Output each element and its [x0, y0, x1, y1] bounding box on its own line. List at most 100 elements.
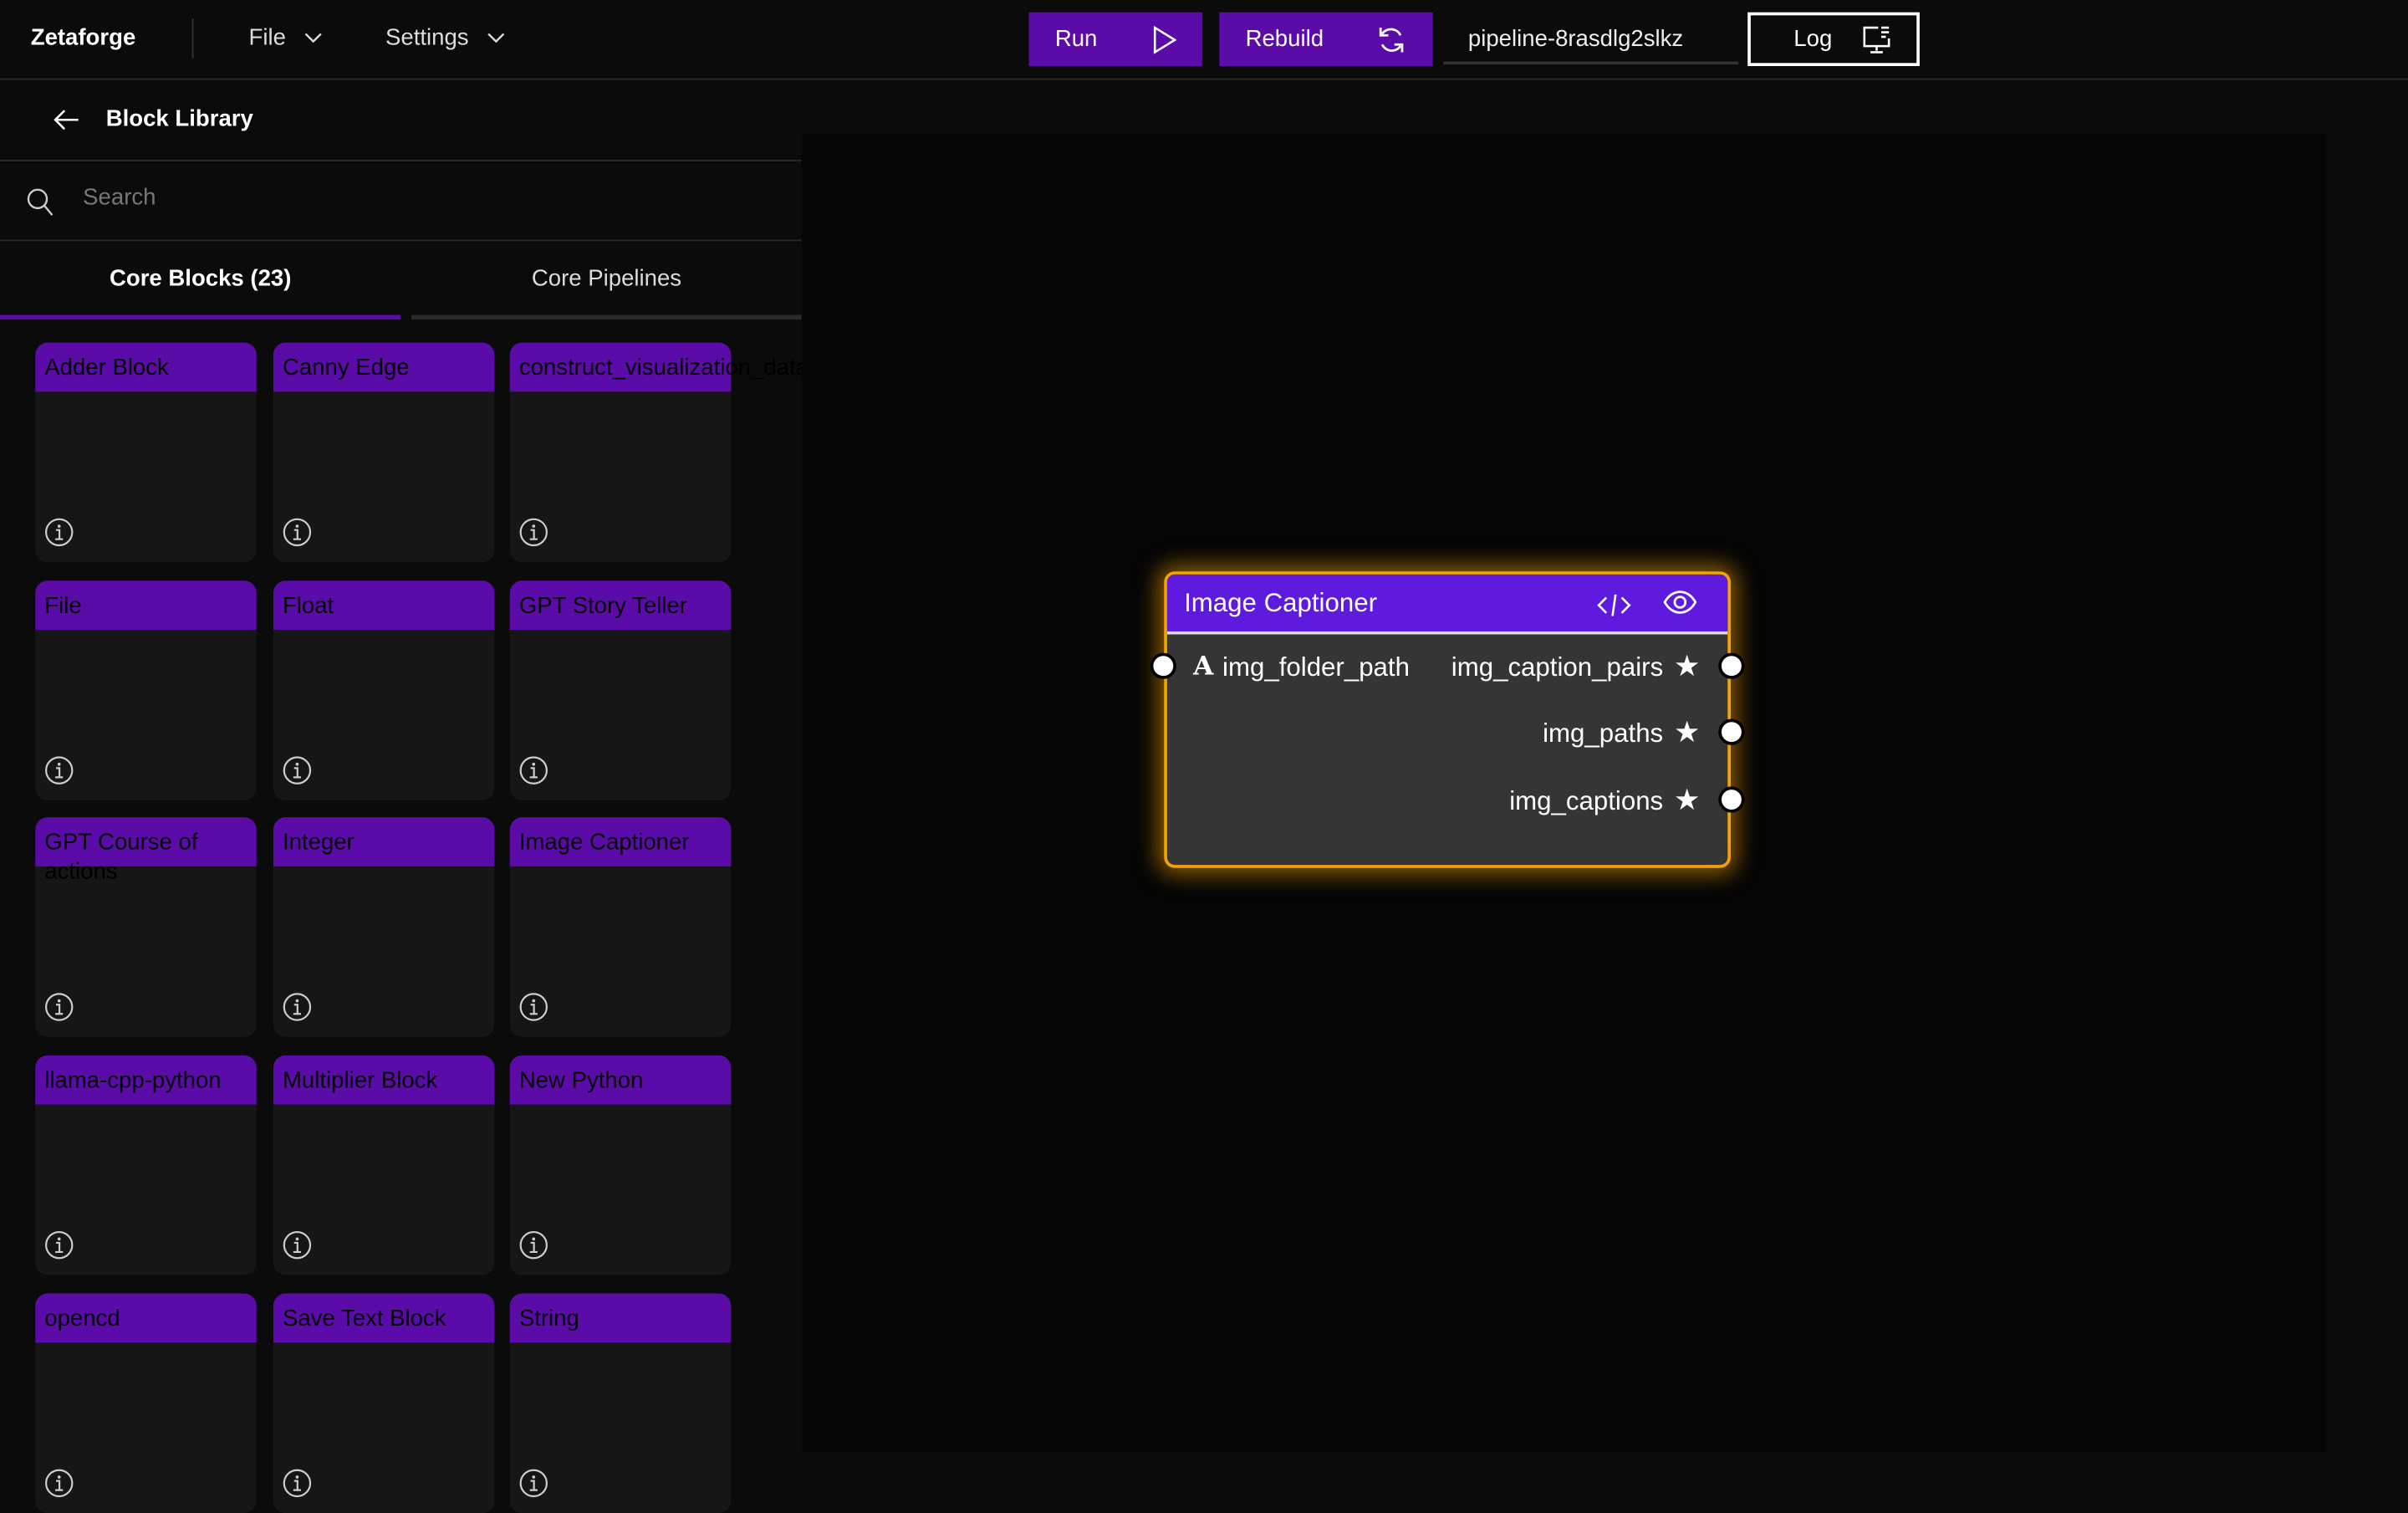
- info-icon[interactable]: [283, 756, 312, 785]
- block-card[interactable]: Integer: [273, 817, 495, 1037]
- block-card-header: Save Text Block: [273, 1293, 495, 1343]
- info-icon[interactable]: [44, 1469, 74, 1498]
- block-card[interactable]: Float: [273, 580, 495, 800]
- block-card-title: Save Text Block: [282, 1306, 446, 1332]
- info-icon[interactable]: [44, 518, 74, 547]
- output-label: img_captions: [1509, 786, 1664, 816]
- tab-core-blocks[interactable]: Core Blocks (23): [0, 241, 401, 320]
- star-icon: ★: [1673, 651, 1701, 684]
- input-label: img_folder_path: [1222, 652, 1410, 682]
- file-menu-label: File: [248, 24, 286, 51]
- block-card-header: Adder Block: [35, 342, 257, 392]
- info-icon[interactable]: [44, 993, 74, 1022]
- block-card-header: llama-cpp-python: [35, 1055, 257, 1105]
- chevron-down-icon: [487, 32, 505, 43]
- library-title: Block Library: [105, 105, 253, 132]
- block-card-title: Integer: [282, 829, 355, 856]
- play-icon: [1153, 25, 1176, 54]
- info-icon[interactable]: [283, 1469, 312, 1498]
- block-card[interactable]: construct_visualization_data: [509, 342, 809, 563]
- block-card-title: String: [518, 1306, 579, 1332]
- info-icon[interactable]: [519, 518, 548, 547]
- block-card-header: GPT Story Teller: [509, 580, 732, 631]
- output-port-img-paths[interactable]: [1718, 718, 1745, 745]
- block-card-title: Canny Edge: [282, 355, 410, 381]
- back-arrow-icon[interactable]: [54, 109, 79, 130]
- app-title: Zetaforge: [30, 24, 136, 51]
- rebuild-button[interactable]: Rebuild: [1219, 12, 1433, 66]
- info-icon[interactable]: [519, 1469, 548, 1498]
- tab-core-pipelines[interactable]: Core Pipelines: [411, 241, 802, 320]
- output-port-img-captions[interactable]: [1718, 786, 1745, 813]
- block-card[interactable]: GPT Course of actions: [35, 817, 257, 1037]
- block-card[interactable]: Save Text Block: [273, 1293, 495, 1513]
- block-card-header: Canny Edge: [273, 342, 495, 392]
- input-port-img-folder-path[interactable]: [1150, 652, 1176, 679]
- block-card[interactable]: opencd: [35, 1293, 257, 1513]
- block-card-header: New Python: [509, 1055, 732, 1105]
- block-card-title: construct_visualization_data: [518, 355, 809, 381]
- output-port-img-caption-pairs[interactable]: [1718, 652, 1745, 679]
- info-icon[interactable]: [44, 756, 74, 785]
- settings-menu-label: Settings: [385, 24, 469, 51]
- code-icon[interactable]: [1597, 593, 1631, 617]
- node-header[interactable]: Image Captioner: [1166, 574, 1728, 635]
- block-node-image-captioner[interactable]: Image Captioner A img_folder_path img_ca…: [1150, 571, 1745, 868]
- info-icon[interactable]: [283, 1230, 312, 1260]
- pipeline-name-input[interactable]: pipeline-8rasdlg2slkz: [1443, 13, 1739, 65]
- block-card-header: opencd: [35, 1293, 257, 1343]
- block-card[interactable]: GPT Story Teller: [509, 580, 732, 800]
- block-card-title: Adder Block: [44, 355, 169, 381]
- run-button[interactable]: Run: [1028, 12, 1203, 66]
- block-card[interactable]: New Python: [509, 1055, 732, 1275]
- block-card-header: Float: [273, 580, 495, 631]
- text-type-icon: A: [1193, 651, 1214, 682]
- block-card-title: New Python: [518, 1067, 644, 1094]
- output-label: img_caption_pairs: [1451, 652, 1664, 682]
- block-card[interactable]: Canny Edge: [273, 342, 495, 563]
- node-title: Image Captioner: [1184, 587, 1377, 617]
- info-icon[interactable]: [283, 993, 312, 1022]
- output-label: img_paths: [1543, 718, 1664, 749]
- block-card-title: GPT Course of actions: [44, 829, 198, 885]
- rebuild-label: Rebuild: [1245, 26, 1324, 53]
- info-icon[interactable]: [283, 518, 312, 547]
- star-icon: ★: [1673, 785, 1701, 818]
- block-card[interactable]: Multiplier Block: [273, 1055, 495, 1275]
- block-card-title: Image Captioner: [518, 829, 690, 856]
- monitor-icon: [1863, 25, 1890, 53]
- block-card[interactable]: llama-cpp-python: [35, 1055, 257, 1275]
- info-icon[interactable]: [519, 993, 548, 1022]
- block-card-title: File: [44, 592, 82, 620]
- search-bar: [0, 161, 802, 242]
- info-icon[interactable]: [44, 1230, 74, 1260]
- info-icon[interactable]: [519, 1230, 548, 1260]
- block-card[interactable]: Adder Block: [35, 342, 257, 563]
- block-card-header: GPT Course of actions: [35, 817, 257, 885]
- search-icon: [27, 188, 54, 216]
- block-card[interactable]: String: [509, 1293, 732, 1513]
- block-card-header: File: [35, 580, 257, 631]
- block-card[interactable]: Image Captioner: [509, 817, 732, 1037]
- info-icon[interactable]: [519, 756, 548, 785]
- block-card-title: opencd: [44, 1306, 120, 1332]
- block-card-title: Float: [282, 592, 334, 620]
- chevron-down-icon: [304, 32, 323, 43]
- search-input[interactable]: [79, 182, 763, 212]
- block-card-title: llama-cpp-python: [44, 1067, 222, 1094]
- file-menu[interactable]: File: [248, 24, 323, 51]
- divider: [191, 18, 194, 59]
- block-card-header: Multiplier Block: [273, 1055, 495, 1105]
- block-card[interactable]: File: [35, 580, 257, 800]
- settings-menu[interactable]: Settings: [385, 24, 506, 51]
- block-card-header: Image Captioner: [509, 817, 732, 866]
- refresh-icon: [1379, 27, 1404, 52]
- eye-icon[interactable]: [1663, 590, 1697, 614]
- block-card-title: Multiplier Block: [282, 1067, 438, 1094]
- log-label: Log: [1793, 26, 1833, 53]
- block-card-header: Integer: [273, 817, 495, 866]
- log-button[interactable]: Log: [1747, 12, 1920, 66]
- run-label: Run: [1054, 26, 1098, 53]
- star-icon: ★: [1673, 717, 1701, 750]
- library-header: Block Library: [0, 80, 802, 161]
